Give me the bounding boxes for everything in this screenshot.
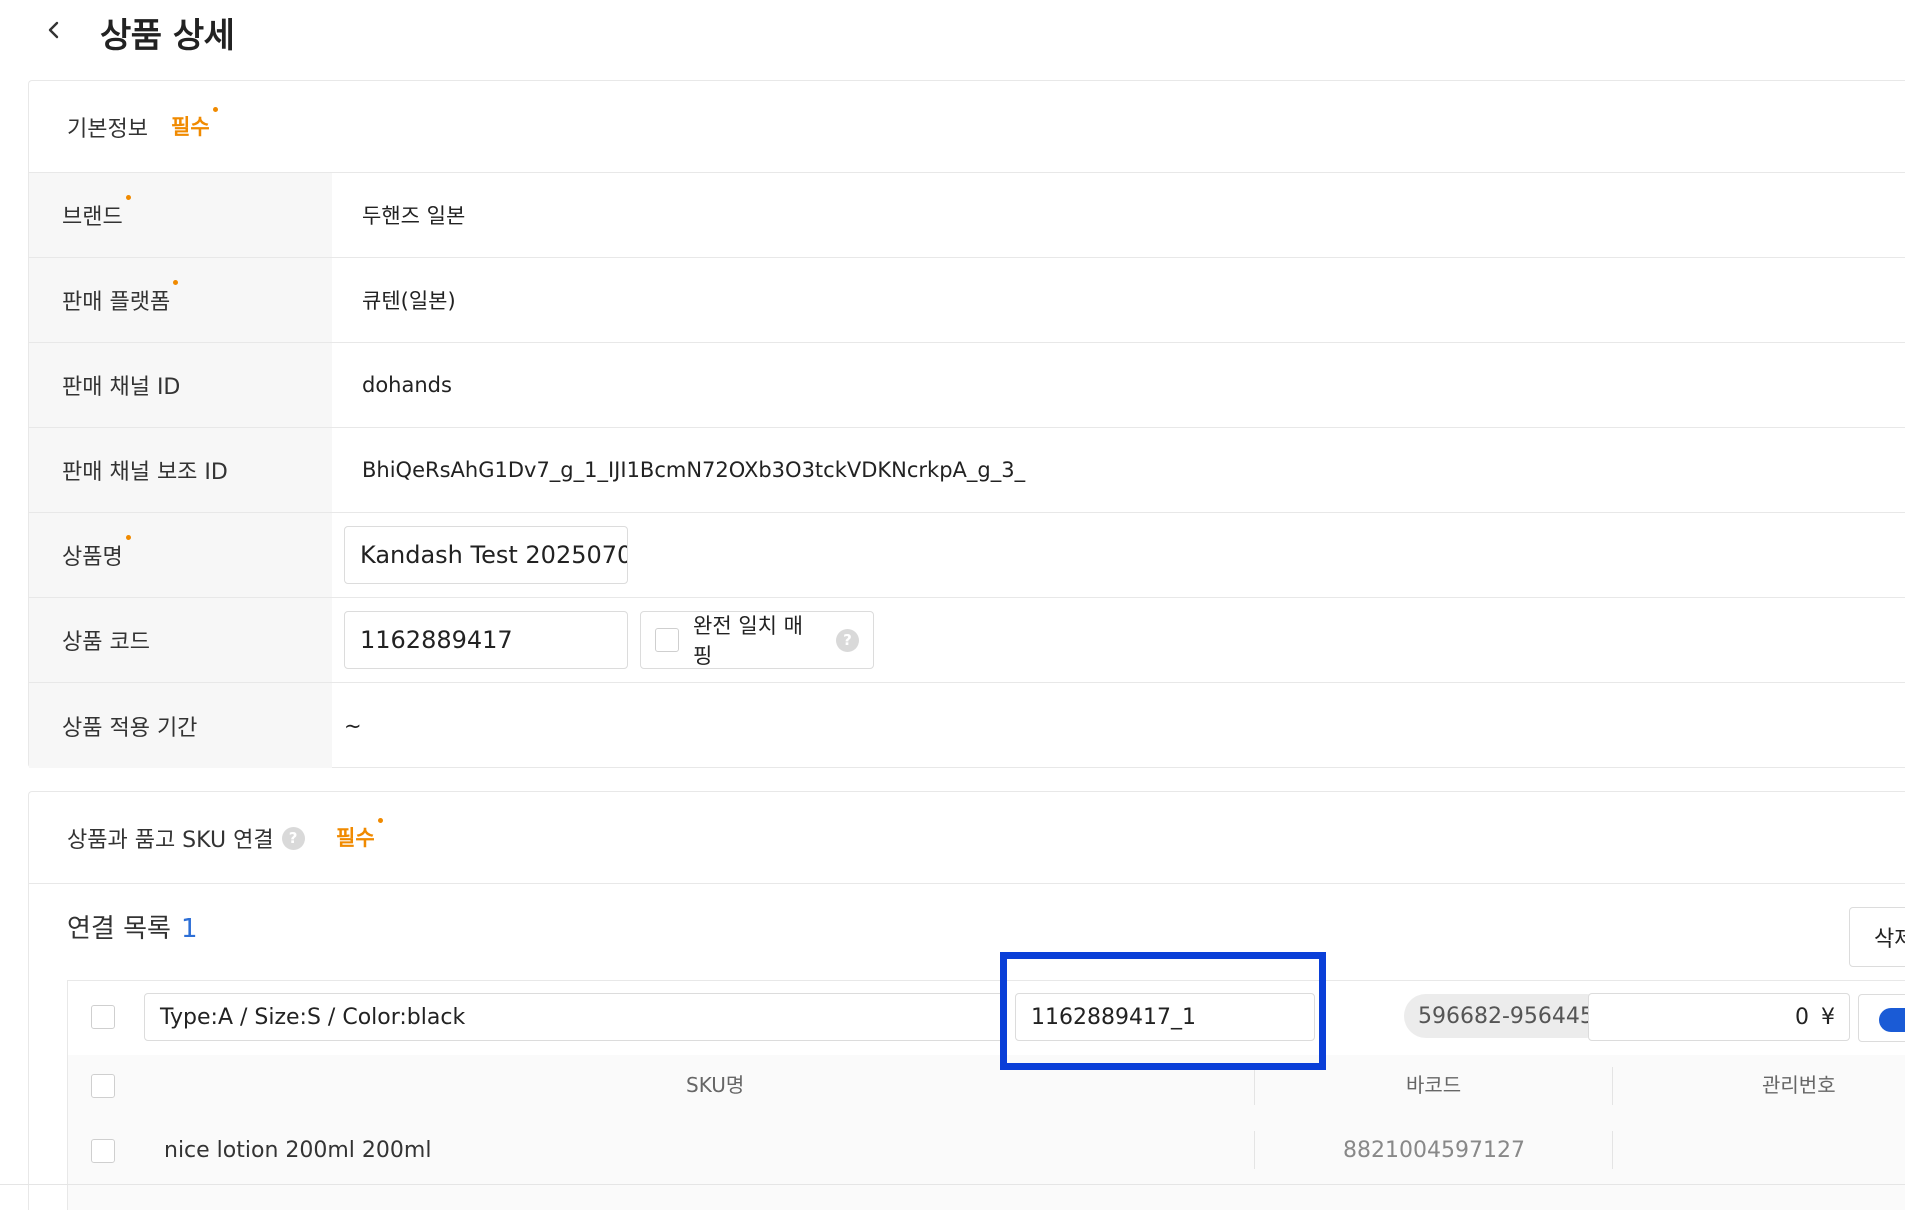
required-dot (212, 107, 218, 112)
option-code-input[interactable]: 1162889417_1 (1015, 993, 1315, 1041)
column-divider (1612, 1131, 1613, 1169)
column-divider (1612, 1067, 1613, 1105)
link-list: Type:A / Size:S / Color:black 1162889417… (67, 980, 1905, 1210)
sku-link-card: 상품과 품고 SKU 연결 ? 필수 연결 목록 1 삭제 Type:A / Si… (28, 791, 1905, 1210)
sku-link-title-wrap: 상품과 품고 SKU 연결 ? (67, 822, 305, 854)
product-name-input[interactable]: Kandash Test 20250702 (344, 526, 628, 584)
column-header-barcode: 바코드 (1406, 1073, 1462, 1097)
sku-link-header: 상품과 품고 SKU 연결 ? 필수 (29, 792, 1905, 884)
platform-value: 큐텐(일본) (362, 289, 456, 313)
link-list-heading: 연결 목록 1 (67, 908, 198, 945)
price-input[interactable]: 0 ¥ (1588, 993, 1850, 1041)
column-divider (1254, 1067, 1255, 1105)
period-row: 상품 적용 기간 ~ (29, 683, 1905, 768)
period-value: ~ (344, 713, 362, 738)
channel-sub-id-label: 판매 채널 보조 ID (29, 428, 332, 512)
product-name-label-text: 상품명 (62, 545, 123, 570)
row-checkbox[interactable] (91, 1139, 115, 1163)
channel-id-label-text: 판매 채널 ID (62, 375, 181, 400)
platform-label-text: 판매 플랫폼 (62, 290, 171, 315)
channel-sub-id-row: 판매 채널 보조 ID BhiQeRsAhG1Dv7_g_1_IJI1BcmN7… (29, 428, 1905, 513)
option-row-checkbox[interactable] (91, 1005, 115, 1029)
channel-sub-id-label-text: 판매 채널 보조 ID (62, 460, 228, 485)
select-all-checkbox[interactable] (91, 1074, 115, 1098)
link-list-label: 연결 목록 (67, 914, 171, 944)
product-code-label-text: 상품 코드 (62, 630, 150, 655)
product-code-cell: 1162889417 완전 일치 매핑 ? (344, 598, 874, 682)
required-badge-text: 필수 (336, 826, 375, 850)
channel-id-row: 판매 채널 ID dohands (29, 343, 1905, 428)
column-divider (1254, 1131, 1255, 1169)
help-icon[interactable]: ? (281, 826, 305, 850)
product-code-label: 상품 코드 (29, 598, 332, 682)
brand-label: 브랜드 (29, 173, 332, 257)
required-dot (173, 280, 179, 285)
required-dot (377, 818, 383, 823)
column-header-sku-name: SKU명 (686, 1073, 745, 1097)
platform-label: 판매 플랫폼 (29, 258, 332, 342)
page-header: 상품 상세 (0, 0, 1905, 62)
channel-sub-id-value: BhiQeRsAhG1Dv7_g_1_IJI1BcmN72OXb3O3tckVD… (362, 458, 1026, 482)
option-row: Type:A / Size:S / Color:black 1162889417… (68, 981, 1905, 1055)
product-name-row: 상품명 Kandash Test 20250702 (29, 513, 1905, 598)
basic-info-title: 기본정보 (67, 117, 148, 142)
period-label: 상품 적용 기간 (29, 683, 332, 768)
period-label-text: 상품 적용 기간 (62, 715, 198, 741)
exact-match-checkbox[interactable]: 완전 일치 매핑 ? (640, 611, 874, 669)
product-code-row: 상품 코드 1162889417 완전 일치 매핑 ? (29, 598, 1905, 683)
back-button[interactable] (36, 12, 72, 48)
basic-info-card: 기본정보 필수 브랜드 두핸즈 일본 판매 플랫폼 큐텐(일본) 판매 채널 I… (28, 80, 1905, 768)
product-name-label: 상품명 (29, 513, 332, 597)
exact-match-check[interactable] (655, 628, 679, 652)
column-header-manage-no: 관리번호 (1762, 1073, 1836, 1097)
product-detail-page: 상품 상세 기본정보 필수 브랜드 두핸즈 일본 판매 플랫폼 큐텐(일본) 판… (0, 0, 1905, 1210)
page-title: 상품 상세 (100, 16, 235, 56)
chevron-left-icon (48, 21, 59, 39)
option-toggle[interactable]: 통 (1858, 994, 1905, 1042)
basic-info-header: 기본정보 필수 (29, 81, 1905, 173)
channel-id-value: dohands (362, 373, 452, 397)
brand-value: 두핸즈 일본 (362, 204, 466, 228)
help-icon[interactable]: ? (836, 628, 859, 652)
bottom-divider (0, 1184, 1905, 1185)
sku-name-cell: nice lotion 200ml 200ml (164, 1138, 432, 1163)
link-list-count: 1 (180, 914, 198, 944)
barcode-cell: 8821004597127 (1343, 1138, 1525, 1163)
required-dot (125, 195, 131, 200)
exact-match-label: 완전 일치 매핑 (693, 614, 803, 668)
product-code-input[interactable]: 1162889417 (344, 611, 628, 669)
required-dot (125, 535, 131, 540)
toggle-track[interactable] (1879, 1008, 1905, 1032)
required-badge: 필수 (171, 107, 218, 141)
product-name-cell: Kandash Test 20250702 (344, 513, 628, 597)
channel-id-label: 판매 채널 ID (29, 343, 332, 427)
required-badge: 필수 (336, 818, 383, 852)
currency-symbol: ¥ (1821, 1004, 1835, 1030)
price-value: 0 (1795, 1004, 1809, 1030)
platform-row: 판매 플랫폼 큐텐(일본) (29, 258, 1905, 343)
barcode-badge: 596682-956445 (1404, 994, 1608, 1038)
sku-table: SKU명 바코드 관리번호 nice lotion 200ml 200ml 88… (68, 1055, 1905, 1210)
brand-row: 브랜드 두핸즈 일본 (29, 173, 1905, 258)
option-name-input[interactable]: Type:A / Size:S / Color:black (144, 993, 1004, 1041)
sku-link-title: 상품과 품고 SKU 연결 (67, 828, 274, 853)
delete-button[interactable]: 삭제 (1849, 907, 1905, 967)
required-badge-text: 필수 (171, 115, 210, 139)
brand-label-text: 브랜드 (62, 205, 123, 230)
